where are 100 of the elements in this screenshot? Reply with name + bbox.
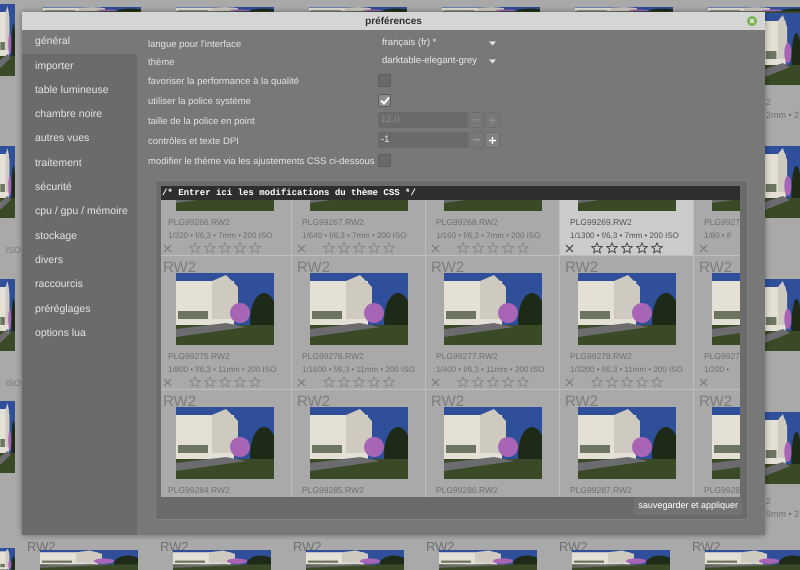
css-comment: /* Entrer ici les modifications du thème CSS */ bbox=[162, 187, 416, 199]
star-icon[interactable] bbox=[204, 376, 216, 388]
file-name: PLG99278.RW2 bbox=[570, 351, 632, 361]
setting-label: contrôles et texte DPI bbox=[148, 136, 239, 147]
save-apply-button[interactable]: sauvegarder et appliquer bbox=[634, 497, 742, 515]
exif-info: 1/800 • f/6,3 • 11mm • 200 ISO bbox=[168, 365, 276, 374]
sidebar-item[interactable]: général bbox=[22, 30, 137, 54]
photo-placeholder bbox=[0, 548, 15, 570]
star-icon[interactable] bbox=[234, 242, 246, 254]
star-icon[interactable] bbox=[502, 376, 514, 388]
exif-info: 1/1300 • f/6,3 • 7mm • 200 ISO bbox=[570, 231, 679, 240]
file-name: 2 bbox=[766, 496, 772, 506]
star-icon[interactable] bbox=[338, 376, 350, 388]
number-field[interactable]: -1 bbox=[378, 132, 468, 148]
star-icon[interactable] bbox=[591, 242, 603, 254]
star-rating[interactable] bbox=[591, 242, 663, 254]
star-icon[interactable] bbox=[338, 242, 350, 254]
star-icon[interactable] bbox=[651, 376, 663, 388]
exif-info: 1/160 • f/6,3 • 7mm • 200 ISO bbox=[436, 231, 540, 240]
star-icon[interactable] bbox=[517, 376, 529, 388]
star-icon[interactable] bbox=[621, 242, 633, 254]
star-icon[interactable] bbox=[472, 376, 484, 388]
star-icon[interactable] bbox=[472, 242, 484, 254]
minus-icon bbox=[473, 139, 480, 141]
photo-placeholder bbox=[0, 4, 15, 76]
caret-icon bbox=[489, 40, 496, 46]
increment-button[interactable] bbox=[485, 132, 500, 148]
star-icon[interactable] bbox=[651, 242, 663, 254]
star-rating[interactable] bbox=[457, 242, 529, 254]
star-icon[interactable] bbox=[487, 242, 499, 254]
star-icon[interactable] bbox=[353, 376, 365, 388]
dropdown[interactable]: français (fr) * bbox=[378, 35, 500, 51]
star-icon[interactable] bbox=[457, 242, 469, 254]
sidebar-item[interactable]: cpu / gpu / mémoire bbox=[22, 200, 137, 224]
star-icon[interactable] bbox=[383, 242, 395, 254]
thumbnail-card[interactable]: PLG99267.RW2 1/640 • f/6,3 • 7mm • 200 ISO bbox=[292, 200, 425, 255]
thumbnail-card[interactable]: PLG99266.RW2 1/320 • f/6,3 • 7mm • 200 ISO bbox=[161, 200, 291, 255]
star-icon[interactable] bbox=[368, 376, 380, 388]
sidebar-item[interactable]: importer bbox=[22, 54, 137, 79]
star-icon[interactable] bbox=[517, 242, 529, 254]
thumbnail-card[interactable]: PLG99268.RW2 1/160 • f/6,3 • 7mm • 200 ISO bbox=[426, 200, 559, 255]
exif-info: 2mm • 2 bbox=[766, 110, 800, 120]
sidebar-item[interactable]: traitement bbox=[22, 151, 137, 176]
sidebar-item[interactable]: options lua bbox=[22, 322, 137, 346]
file-name: PLG9927 bbox=[704, 217, 740, 227]
setting-label: modifier le thème via les ajustements CSS ci-dessous bbox=[148, 156, 375, 167]
sidebar-item[interactable]: stockage bbox=[22, 224, 137, 249]
sidebar-item[interactable]: sécurité bbox=[22, 176, 137, 200]
star-icon[interactable] bbox=[353, 242, 365, 254]
file-name: PLG99267.RW2 bbox=[302, 217, 364, 227]
star-rating[interactable] bbox=[457, 376, 529, 388]
star-icon[interactable] bbox=[621, 376, 633, 388]
star-icon[interactable] bbox=[189, 242, 201, 254]
checkbox[interactable] bbox=[378, 94, 391, 106]
file-name: PLG99286.RW2 bbox=[436, 485, 498, 495]
checkbox[interactable] bbox=[378, 154, 391, 166]
file-name: PLG99285.RW2 bbox=[302, 485, 364, 495]
star-rating[interactable] bbox=[189, 376, 261, 388]
thumbnail-card[interactable]: PLG99269.RW2 1/1300 • f/6,3 • 7mm • 200 ISO bbox=[560, 200, 693, 255]
star-icon[interactable] bbox=[457, 376, 469, 388]
sidebar-item[interactable]: autres vues bbox=[22, 127, 137, 152]
star-icon[interactable] bbox=[249, 242, 261, 254]
star-icon[interactable] bbox=[591, 376, 603, 388]
cross-icon[interactable] bbox=[565, 244, 574, 252]
star-icon[interactable] bbox=[368, 242, 380, 254]
sidebar-item[interactable]: chambre noire bbox=[22, 102, 137, 128]
file-name: PLG99284.RW2 bbox=[168, 485, 230, 495]
photo-placeholder bbox=[0, 401, 15, 473]
checkbox[interactable] bbox=[378, 74, 391, 86]
star-icon[interactable] bbox=[204, 242, 216, 254]
sidebar-item[interactable]: raccourcis bbox=[22, 272, 137, 298]
dropdown[interactable]: darktable-elegant-grey bbox=[378, 53, 500, 69]
star-icon[interactable] bbox=[383, 376, 395, 388]
file-name: PLG99277.RW2 bbox=[436, 351, 498, 361]
star-icon[interactable] bbox=[636, 376, 648, 388]
star-icon[interactable] bbox=[249, 376, 261, 388]
star-rating[interactable] bbox=[323, 242, 395, 254]
sidebar-item[interactable]: table lumineuse bbox=[22, 78, 137, 103]
star-icon[interactable] bbox=[487, 376, 499, 388]
star-icon[interactable] bbox=[636, 242, 648, 254]
setting-label: langue pour l'interface bbox=[148, 39, 242, 50]
star-icon[interactable] bbox=[606, 376, 618, 388]
file-name: PLG99276.RW2 bbox=[302, 351, 364, 361]
star-icon[interactable] bbox=[219, 242, 231, 254]
sidebar-item[interactable]: divers bbox=[22, 248, 137, 273]
star-icon[interactable] bbox=[323, 242, 335, 254]
star-rating[interactable] bbox=[189, 242, 261, 254]
close-icon[interactable] bbox=[747, 16, 757, 26]
sidebar-item[interactable]: préréglages bbox=[22, 297, 137, 322]
plus-icon bbox=[489, 136, 496, 144]
star-icon[interactable] bbox=[606, 242, 618, 254]
star-rating[interactable] bbox=[591, 376, 663, 388]
star-icon[interactable] bbox=[323, 376, 335, 388]
star-icon[interactable] bbox=[189, 376, 201, 388]
star-icon[interactable] bbox=[234, 376, 246, 388]
star-rating[interactable] bbox=[323, 376, 395, 388]
setting-label: utiliser la police système bbox=[148, 96, 251, 107]
star-icon[interactable] bbox=[219, 376, 231, 388]
star-icon[interactable] bbox=[502, 242, 514, 254]
thumbnail-card[interactable]: PLG9927 1/80 • f/ bbox=[694, 200, 740, 255]
